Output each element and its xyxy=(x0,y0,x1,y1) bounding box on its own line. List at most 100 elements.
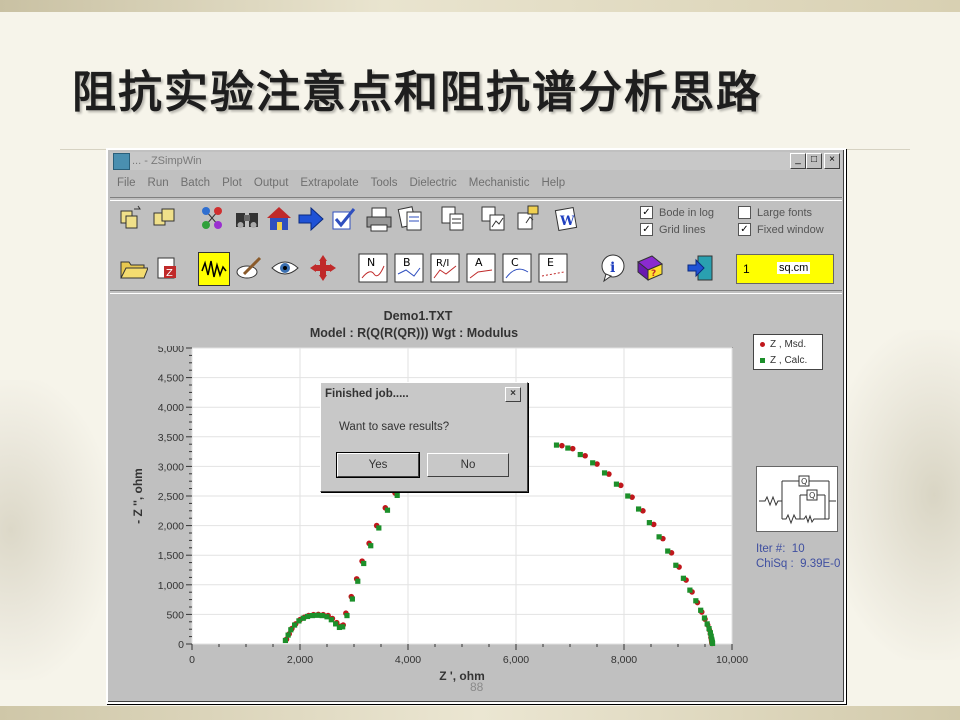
close-button[interactable]: × xyxy=(824,153,840,169)
maximize-button[interactable]: □ xyxy=(806,153,822,169)
toolbar-separator xyxy=(110,197,842,201)
open-folder-icon[interactable] xyxy=(118,252,149,284)
plot-legend: Z , Msd. Z , Calc. xyxy=(753,334,823,370)
electrode-area-field[interactable]: 1 sq.cm xyxy=(736,254,834,284)
display-options-left: ✓ Bode in log ✓ Grid lines xyxy=(640,204,714,238)
dialog-titlebar[interactable]: Finished job..... × xyxy=(323,385,523,403)
dialog-message: Want to save results? xyxy=(339,421,450,433)
menu-output[interactable]: Output xyxy=(254,177,289,189)
slide-background-decoration-left xyxy=(0,380,110,680)
calculated-point xyxy=(285,632,291,638)
menu-help[interactable]: Help xyxy=(541,177,565,189)
minimize-button[interactable]: _ xyxy=(790,153,806,169)
calculated-point xyxy=(304,613,311,620)
calculated-point xyxy=(709,640,716,647)
calculated-point xyxy=(577,451,583,458)
equivalent-circuit-diagram: Q Q xyxy=(756,466,838,532)
calculated-point xyxy=(282,637,289,644)
plot-r-icon[interactable]: R/I xyxy=(430,252,460,284)
plot-a-letter: A xyxy=(475,256,483,269)
help-book-icon[interactable]: ? xyxy=(634,252,664,284)
plot-n-icon[interactable]: N xyxy=(358,252,388,284)
plot-c-icon[interactable]: C xyxy=(502,252,532,284)
zip-icon[interactable]: Z xyxy=(152,252,182,284)
no-button[interactable]: No xyxy=(427,453,509,477)
bode-in-log-checkbox[interactable]: ✓ xyxy=(640,206,653,219)
documents-icon[interactable] xyxy=(396,203,426,235)
menu-tools[interactable]: Tools xyxy=(371,177,398,189)
calculated-point xyxy=(613,481,620,487)
plot-b-icon[interactable]: B xyxy=(394,252,424,284)
area-unit: sq.cm xyxy=(777,262,811,274)
copy-icon[interactable] xyxy=(438,203,468,235)
info-icon[interactable]: i xyxy=(598,252,628,284)
y-tick-label: 0 xyxy=(178,639,184,651)
save-files-icon[interactable] xyxy=(150,203,180,235)
y-tick-label: 5,000 xyxy=(158,346,184,355)
plot-e-icon[interactable]: E xyxy=(538,252,568,284)
y-tick-label: 500 xyxy=(166,609,184,621)
yes-button[interactable]: Yes xyxy=(336,452,420,478)
svg-text:i: i xyxy=(610,260,615,276)
menu-dielectric[interactable]: Dielectric xyxy=(409,177,456,189)
fit-icon[interactable] xyxy=(198,252,230,286)
calculated-point xyxy=(565,445,571,451)
menu-bar: File Run Batch Plot Output Extrapolate Tools Di… xyxy=(110,177,570,195)
calculated-point xyxy=(394,492,400,499)
printer-icon[interactable] xyxy=(364,203,394,235)
fixed-window-label: Fixed window xyxy=(757,223,824,236)
slide-bottom-band xyxy=(0,706,960,720)
calculated-point xyxy=(673,562,679,568)
grid-lines-option[interactable]: ✓ Grid lines xyxy=(640,221,714,238)
y-tick-label: 1,500 xyxy=(158,550,184,562)
molecule-icon[interactable] xyxy=(198,203,228,235)
svg-text:Q: Q xyxy=(809,491,815,500)
legend-calculated: Z , Calc. xyxy=(754,353,822,367)
copy-plot-icon[interactable] xyxy=(478,203,508,235)
plot-e-letter: E xyxy=(547,256,554,269)
fixed-window-checkbox[interactable]: ✓ xyxy=(738,223,751,236)
menu-batch[interactable]: Batch xyxy=(181,177,210,189)
calculated-point xyxy=(665,548,671,554)
svg-text:Q: Q xyxy=(801,477,807,486)
slide-title: 阻抗实验注意点和阻抗谱分析思路 xyxy=(72,67,762,118)
plot-b-letter: B xyxy=(403,256,411,269)
menu-file[interactable]: File xyxy=(117,177,136,189)
binoculars-icon[interactable] xyxy=(232,203,262,235)
home-icon[interactable] xyxy=(264,203,294,235)
dialog-title: Finished job..... xyxy=(325,388,409,400)
checkmark-icon[interactable] xyxy=(328,203,358,235)
menu-extrapolate[interactable]: Extrapolate xyxy=(300,177,358,189)
exit-icon[interactable] xyxy=(686,252,716,284)
calculated-point xyxy=(344,612,350,619)
large-fonts-checkbox[interactable] xyxy=(738,206,751,219)
measured-point xyxy=(582,452,588,459)
word-icon[interactable]: W xyxy=(552,203,582,235)
bode-in-log-option[interactable]: ✓ Bode in log xyxy=(640,204,714,221)
svg-text:?: ? xyxy=(651,269,656,279)
menu-mechanistic[interactable]: Mechanistic xyxy=(469,177,530,189)
open-files-icon[interactable] xyxy=(118,203,148,235)
menu-run[interactable]: Run xyxy=(148,177,169,189)
grid-lines-checkbox[interactable]: ✓ xyxy=(640,223,653,236)
window-titlebar[interactable]: ... - ZSimpWin _ □ × xyxy=(110,152,842,170)
svg-text:Z: Z xyxy=(166,268,173,279)
calculated-point xyxy=(384,507,391,513)
menu-plot[interactable]: Plot xyxy=(222,177,242,189)
calculated-point xyxy=(340,624,346,630)
arrow-right-icon[interactable] xyxy=(296,203,326,235)
move-icon[interactable] xyxy=(308,252,338,284)
plot-a-icon[interactable]: A xyxy=(466,252,496,284)
display-options-right: Large fonts ✓ Fixed window xyxy=(738,204,824,238)
x-tick-label: 0 xyxy=(189,654,195,666)
paste-icon[interactable] xyxy=(512,203,542,235)
x-tick-label: 2,000 xyxy=(287,654,313,666)
calculated-point xyxy=(368,543,374,549)
large-fonts-option[interactable]: Large fonts xyxy=(738,204,824,221)
eye-icon[interactable] xyxy=(270,252,300,284)
calculated-point xyxy=(701,615,708,621)
edit-icon[interactable] xyxy=(234,252,264,284)
dialog-close-icon[interactable]: × xyxy=(505,387,521,402)
calculated-point xyxy=(646,520,652,526)
fixed-window-option[interactable]: ✓ Fixed window xyxy=(738,221,824,238)
